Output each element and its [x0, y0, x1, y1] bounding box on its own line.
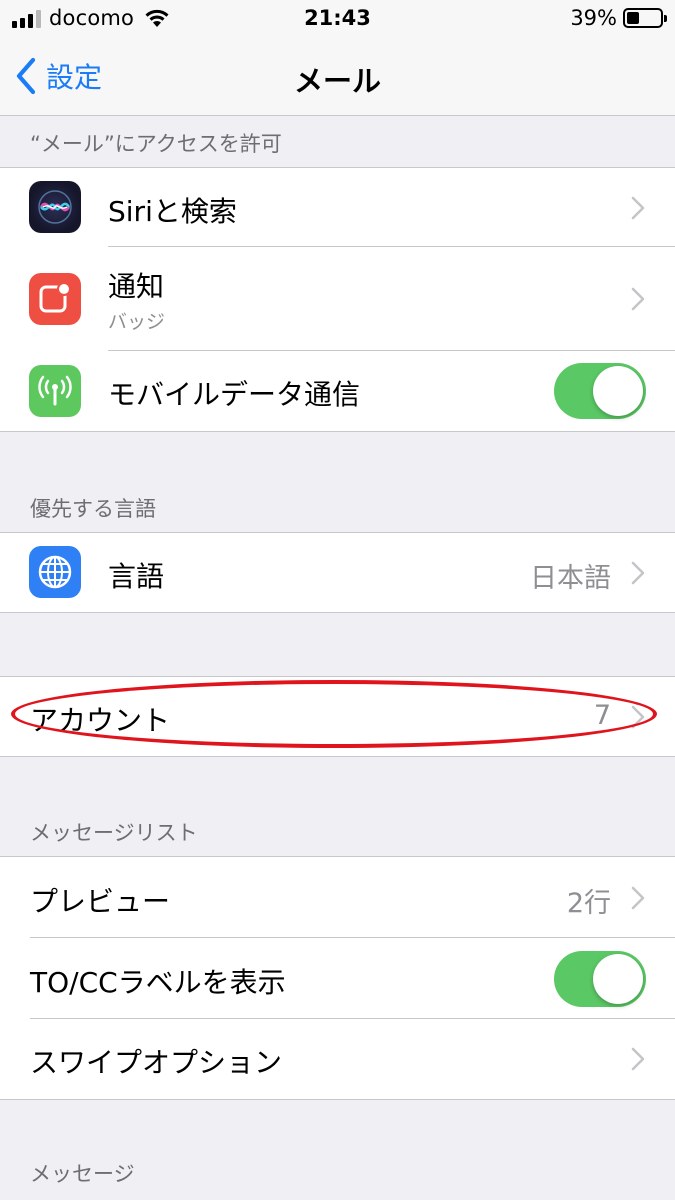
swipe-options-label: スワイプオプション [30, 1046, 283, 1079]
toggle-knob [593, 954, 643, 1004]
chevron-right-icon [631, 287, 645, 311]
section-header-message-list: メッセージリスト [30, 821, 198, 845]
accounts-row[interactable]: アカウント 7 [0, 677, 675, 756]
access-group: Siriと検索 通知 バッジ モバイルデータ通信 [0, 167, 675, 432]
battery-icon [623, 8, 667, 28]
chevron-right-icon [631, 886, 645, 910]
preview-label: プレビュー [30, 885, 171, 918]
notification-icon [29, 273, 81, 325]
to-cc-toggle[interactable] [554, 951, 646, 1007]
section-header-language: 優先する言語 [30, 497, 156, 521]
to-cc-row: TO/CCラベルを表示 [0, 938, 675, 1019]
page-title: メール [293, 64, 381, 98]
chevron-right-icon [631, 705, 645, 729]
to-cc-label: TO/CCラベルを表示 [30, 966, 286, 999]
message-list-group: プレビュー 2行 TO/CCラベルを表示 スワイプオプション [0, 856, 675, 1100]
notifications-sublabel: バッジ [108, 311, 166, 333]
section-header-access: “メール”にアクセスを許可 [30, 132, 282, 156]
status-bar: docomo 21:43 39% [0, 0, 675, 40]
accounts-group: アカウント 7 [0, 676, 675, 757]
language-label: 言語 [108, 560, 165, 593]
notifications-label: 通知 [108, 270, 165, 303]
status-right: 39% [570, 6, 667, 30]
battery-percentage: 39% [570, 6, 617, 30]
swipe-options-row[interactable]: スワイプオプション [0, 1019, 675, 1099]
chevron-right-icon [631, 561, 645, 585]
accounts-count: 7 [593, 700, 611, 731]
navigation-bar: 設定 メール [0, 40, 675, 116]
cellular-data-row: モバイルデータ通信 [0, 351, 675, 431]
chevron-right-icon [631, 1047, 645, 1071]
cellular-data-toggle[interactable] [554, 363, 646, 419]
globe-icon [29, 546, 81, 598]
cellular-data-label: モバイルデータ通信 [108, 378, 361, 411]
notifications-row[interactable]: 通知 バッジ [0, 247, 675, 351]
siri-icon [29, 181, 81, 233]
preview-row[interactable]: プレビュー 2行 [0, 857, 675, 938]
preview-value: 2行 [566, 888, 611, 919]
language-value: 日本語 [530, 563, 611, 594]
antenna-icon [29, 365, 81, 417]
accounts-label: アカウント [30, 704, 171, 737]
language-row[interactable]: 言語 日本語 [0, 533, 675, 612]
battery-fill [627, 12, 640, 24]
language-group: 言語 日本語 [0, 532, 675, 613]
chevron-right-icon [631, 196, 645, 220]
siri-search-row[interactable]: Siriと検索 [0, 168, 675, 247]
toggle-knob [593, 366, 643, 416]
section-header-messages: メッセージ [30, 1162, 135, 1186]
siri-search-label: Siriと検索 [108, 195, 237, 228]
